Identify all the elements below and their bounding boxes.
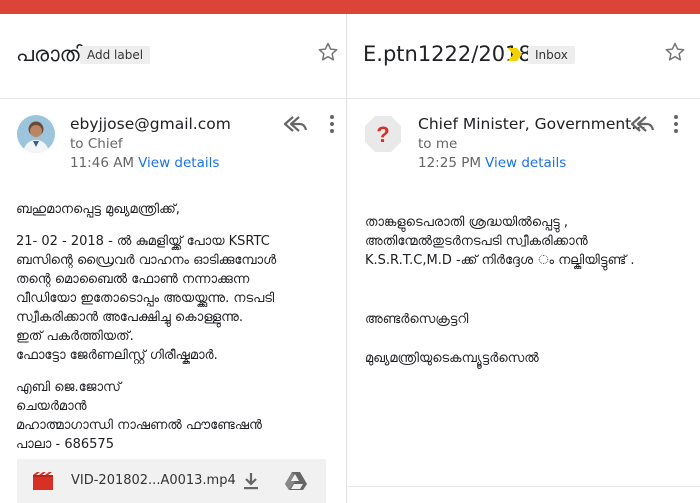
body-line: ഇത് പകർത്തിയത്.	[16, 329, 134, 344]
sender-name[interactable]: Chief Minister, Government...	[418, 115, 646, 133]
body-paragraph: മുഖ്യമന്ത്രിയുടെകമ്പ്യൂട്ടർസെൽ	[365, 349, 634, 368]
star-icon[interactable]	[316, 40, 340, 64]
video-file-icon	[33, 472, 53, 490]
drive-icon[interactable]	[285, 471, 307, 490]
left-thread-pane: പരാതി Add label ebyjjose@gmail.com to Ch…	[0, 14, 346, 503]
message-time: 11:46 AM View details	[70, 155, 219, 171]
body-line: പാലാ - 686575	[16, 437, 114, 452]
sender-email[interactable]: ebyjjose@gmail.com	[70, 115, 231, 133]
body-paragraph: അണ്ടർസെക്രട്ടറി	[365, 310, 634, 329]
body-line: സ്വീകരിക്കാൻ അപേക്ഷിച്ചു കൊള്ളുന്നു.	[16, 310, 243, 325]
body-paragraph: എബി ജെ.ജോസ് ചെയർമാൻ മഹാത്മാഗാന്ധി നാഷണൽ …	[16, 378, 276, 454]
right-message-body: താങ്കളുടെപരാതി ശ്രദ്ധയിൽപ്പെട്ടു , അതിന്…	[365, 213, 634, 381]
body-line: ചെയർമാൻ	[16, 399, 87, 414]
left-subject-row: പരാതി Add label	[0, 14, 346, 99]
importance-marker-icon[interactable]	[508, 48, 522, 61]
star-icon[interactable]	[663, 40, 687, 64]
body-line: മഹാത്മാഗാന്ധി നാഷണൽ ഫൗണ്ടേഷൻ	[16, 418, 262, 433]
time-text: 12:25 PM	[418, 155, 481, 171]
body-paragraph: 21- 02 - 2018 - ൽ കുമളിയ്ക്ക് പോയ KSRTC …	[16, 232, 276, 365]
download-icon[interactable]	[243, 472, 259, 490]
body-line: 21- 02 - 2018 - ൽ കുമളിയ്ക്ക് പോയ KSRTC	[16, 234, 270, 249]
view-details-link[interactable]: View details	[138, 155, 219, 171]
body-paragraph: ബഹുമാനപ്പെട്ട മുഖ്യമന്ത്രിക്ക്,	[16, 200, 276, 219]
right-thread-pane: E.ptn1222/2018 Inbox ? Chief Minister, G…	[347, 14, 700, 503]
body-line: വീഡിയോ ഇതോടൊപ്പം അയയ്ക്കുന്നു. നടപടി	[16, 291, 275, 306]
unknown-sender-glyph: ?	[376, 122, 389, 147]
recipient-summary: to me	[418, 136, 458, 152]
right-subject-row: E.ptn1222/2018 Inbox	[347, 14, 700, 99]
body-line: എബി ജെ.ജോസ്	[16, 380, 121, 395]
body-line: അണ്ടർസെക്രട്ടറി	[365, 312, 469, 327]
time-text: 11:46 AM	[70, 155, 135, 171]
body-line: K.S.R.T.C,M.D -ക്ക് നിർദ്ദേശ ം നല്കിയിട്…	[365, 253, 635, 268]
body-paragraph: താങ്കളുടെപരാതി ശ്രദ്ധയിൽപ്പെട്ടു , അതിന്…	[365, 213, 634, 270]
view-details-link[interactable]: View details	[485, 155, 566, 171]
left-message-body: ബഹുമാനപ്പെട്ട മുഖ്യമന്ത്രിക്ക്, 21- 02 -…	[16, 200, 276, 467]
unknown-sender-icon[interactable]: ?	[364, 115, 402, 153]
body-line: അതിന്മേൽതുടർനടപടി സ്വീകരിക്കാൻ	[365, 234, 588, 249]
body-line: മുഖ്യമന്ത്രിയുടെകമ്പ്യൂട്ടർസെൽ	[365, 351, 539, 366]
message-time: 12:25 PM View details	[418, 155, 566, 171]
recipient-summary: to Chief	[70, 136, 123, 152]
body-line: തന്റെ മൊബൈൽ ഫോൺ നന്നാക്കുന്ന	[16, 272, 250, 287]
body-line: താങ്കളുടെപരാതി ശ്രദ്ധയിൽപ്പെട്ടു ,	[365, 215, 569, 230]
attachment-chip[interactable]: VID-201802...A0013.mp4	[17, 459, 326, 503]
more-vert-icon[interactable]	[673, 114, 679, 134]
body-line: ബസിന്റെ ഡ്രൈവർ വാഹനം ഓടിക്കുമ്പോൾ	[16, 253, 277, 268]
body-line: ഫോട്ടോ ജേർണലിസ്റ്റ് ഗിരീഷ്കുമാർ.	[16, 348, 218, 363]
reply-all-icon[interactable]	[628, 113, 654, 135]
top-app-bar	[0, 0, 700, 14]
sender-photo	[17, 115, 55, 153]
left-subject: പരാതി	[16, 42, 84, 66]
add-label-button[interactable]: Add label	[80, 46, 151, 64]
body-line: ബഹുമാനപ്പെട്ട മുഖ്യമന്ത്രിക്ക്,	[16, 202, 180, 217]
inbox-label[interactable]: Inbox	[528, 46, 575, 64]
attachment-filename[interactable]: VID-201802...A0013.mp4	[71, 473, 236, 488]
sender-avatar[interactable]	[17, 115, 55, 153]
reply-all-icon[interactable]	[281, 113, 307, 135]
more-vert-icon[interactable]	[329, 114, 335, 134]
right-subject: E.ptn1222/2018	[363, 42, 532, 66]
message-separator	[347, 486, 700, 487]
